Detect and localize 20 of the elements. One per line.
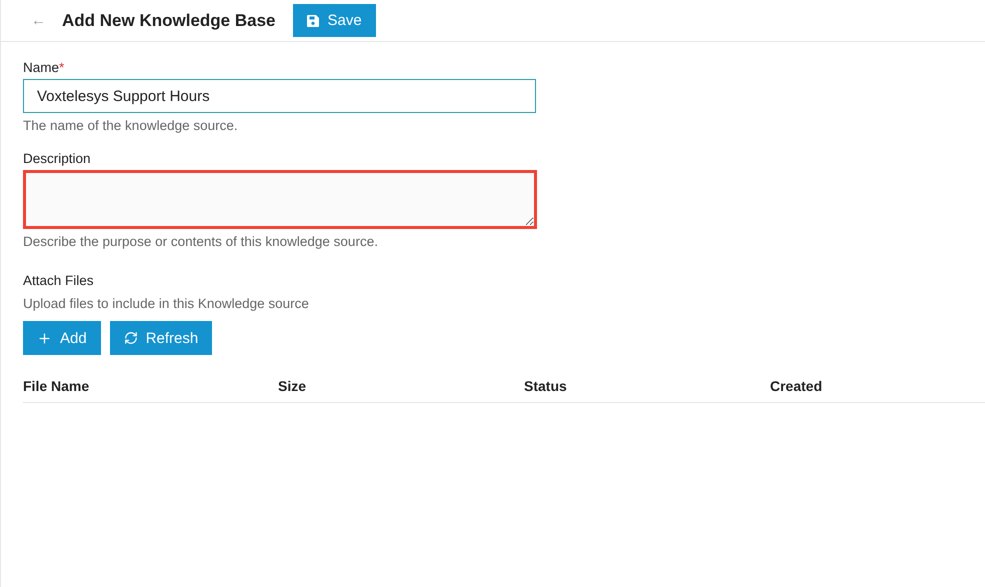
page-title: Add New Knowledge Base [62,10,276,30]
column-header: File Name [23,378,90,394]
column-header: Created [770,378,824,394]
save-icon [307,14,320,26]
save-button[interactable]: Save [293,4,376,37]
back-arrow[interactable]: ← [31,12,46,29]
help-text: Describe the purpose or contents of this knowledge source. [23,234,379,249]
add-button[interactable]: Add [23,321,101,355]
section-label: Attach Files [23,273,95,288]
field-label: Name* [23,60,66,75]
column-header: Status [524,378,568,394]
name-field[interactable]: Voxtelesys Support Hours [23,79,536,113]
field-label: Description [23,151,92,166]
column-header: Size [278,378,308,394]
plus-icon [37,330,52,346]
help-text: Upload files to include in this Knowledge source [23,296,310,311]
help-text: The name of the knowledge source. [23,118,239,133]
description-field[interactable] [23,170,537,229]
refresh-button[interactable]: Refresh [110,321,212,355]
refresh-icon [124,331,138,345]
